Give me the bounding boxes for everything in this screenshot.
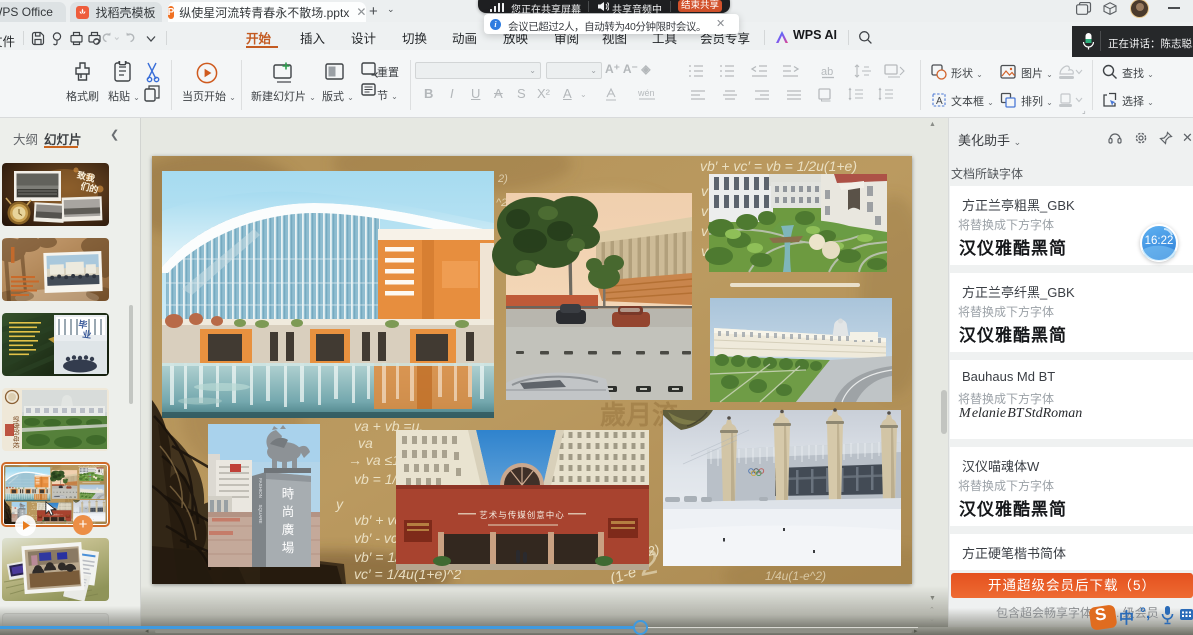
svg-text:wén: wén <box>637 88 655 98</box>
svg-text:ab: ab <box>821 66 833 78</box>
svg-text:业: 业 <box>82 328 92 340</box>
svg-text:A: A <box>936 96 943 107</box>
